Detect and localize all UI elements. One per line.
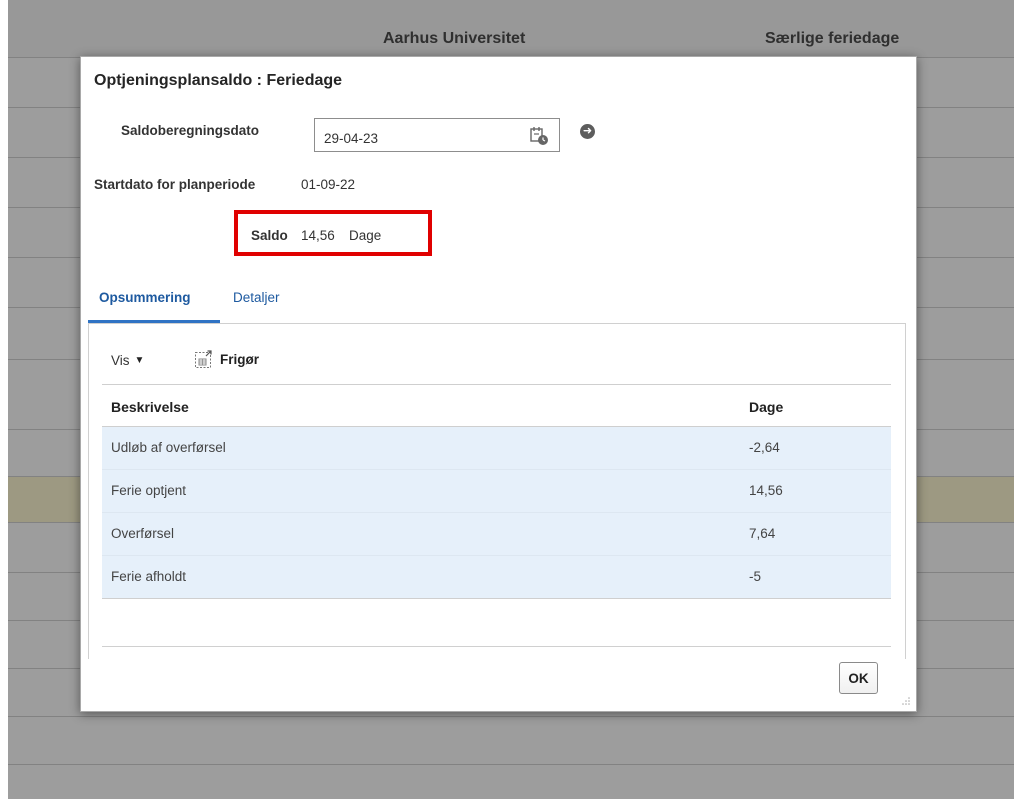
- calc-date-input[interactable]: [315, 124, 515, 146]
- view-menu[interactable]: Vis ▼: [111, 353, 144, 368]
- column-header-description[interactable]: Beskrivelse: [111, 399, 189, 415]
- window-left-edge: [0, 0, 8, 799]
- view-menu-label: Vis: [111, 353, 130, 368]
- detach-label: Frigør: [220, 351, 259, 367]
- row-days: 14,56: [749, 483, 783, 498]
- table-row[interactable]: Overførsel 7,64: [102, 513, 891, 556]
- row-description: Ferie afholdt: [111, 569, 187, 584]
- start-date-value: 01-09-22: [301, 177, 356, 192]
- row-days: 7,64: [749, 526, 776, 541]
- balance-highlight-box: [234, 210, 432, 256]
- table-header-row: Beskrivelse Dage: [102, 384, 891, 427]
- table-row[interactable]: Ferie optjent 14,56: [102, 470, 891, 513]
- resize-grip-icon[interactable]: [900, 695, 910, 705]
- detach-button[interactable]: Frigør: [194, 349, 259, 369]
- ok-button[interactable]: OK: [839, 662, 878, 694]
- column-header-days[interactable]: Dage: [749, 399, 783, 415]
- row-days: -5: [749, 569, 762, 584]
- row-days: -2,64: [749, 440, 780, 455]
- table-row[interactable]: Ferie afholdt -5: [102, 556, 891, 599]
- row-description: Ferie optjent: [111, 483, 187, 498]
- summary-table: Beskrivelse Dage Udløb af overførsel -2,…: [102, 384, 891, 599]
- dialog-title: Optjeningsplansaldo : Feriedage: [94, 72, 343, 89]
- calc-date-field[interactable]: [314, 118, 560, 152]
- balance-dialog: Optjeningsplansaldo : Feriedage Saldober…: [80, 56, 917, 712]
- calendar-icon[interactable]: [529, 126, 549, 146]
- calc-date-label: Saldoberegningsdato: [121, 123, 260, 138]
- table-footer-divider: [102, 646, 891, 647]
- tab-details[interactable]: Detaljer: [233, 290, 280, 305]
- caret-down-icon: ▼: [134, 355, 145, 366]
- tab-summary[interactable]: Opsummering: [99, 290, 191, 305]
- row-description: Udløb af overførsel: [111, 440, 226, 455]
- start-date-label: Startdato for planperiode: [94, 177, 256, 192]
- detach-icon: [195, 350, 212, 368]
- go-arrow-icon[interactable]: ➜: [580, 124, 595, 139]
- table-row[interactable]: Udløb af overførsel -2,64: [102, 427, 891, 470]
- row-description: Overførsel: [111, 526, 175, 541]
